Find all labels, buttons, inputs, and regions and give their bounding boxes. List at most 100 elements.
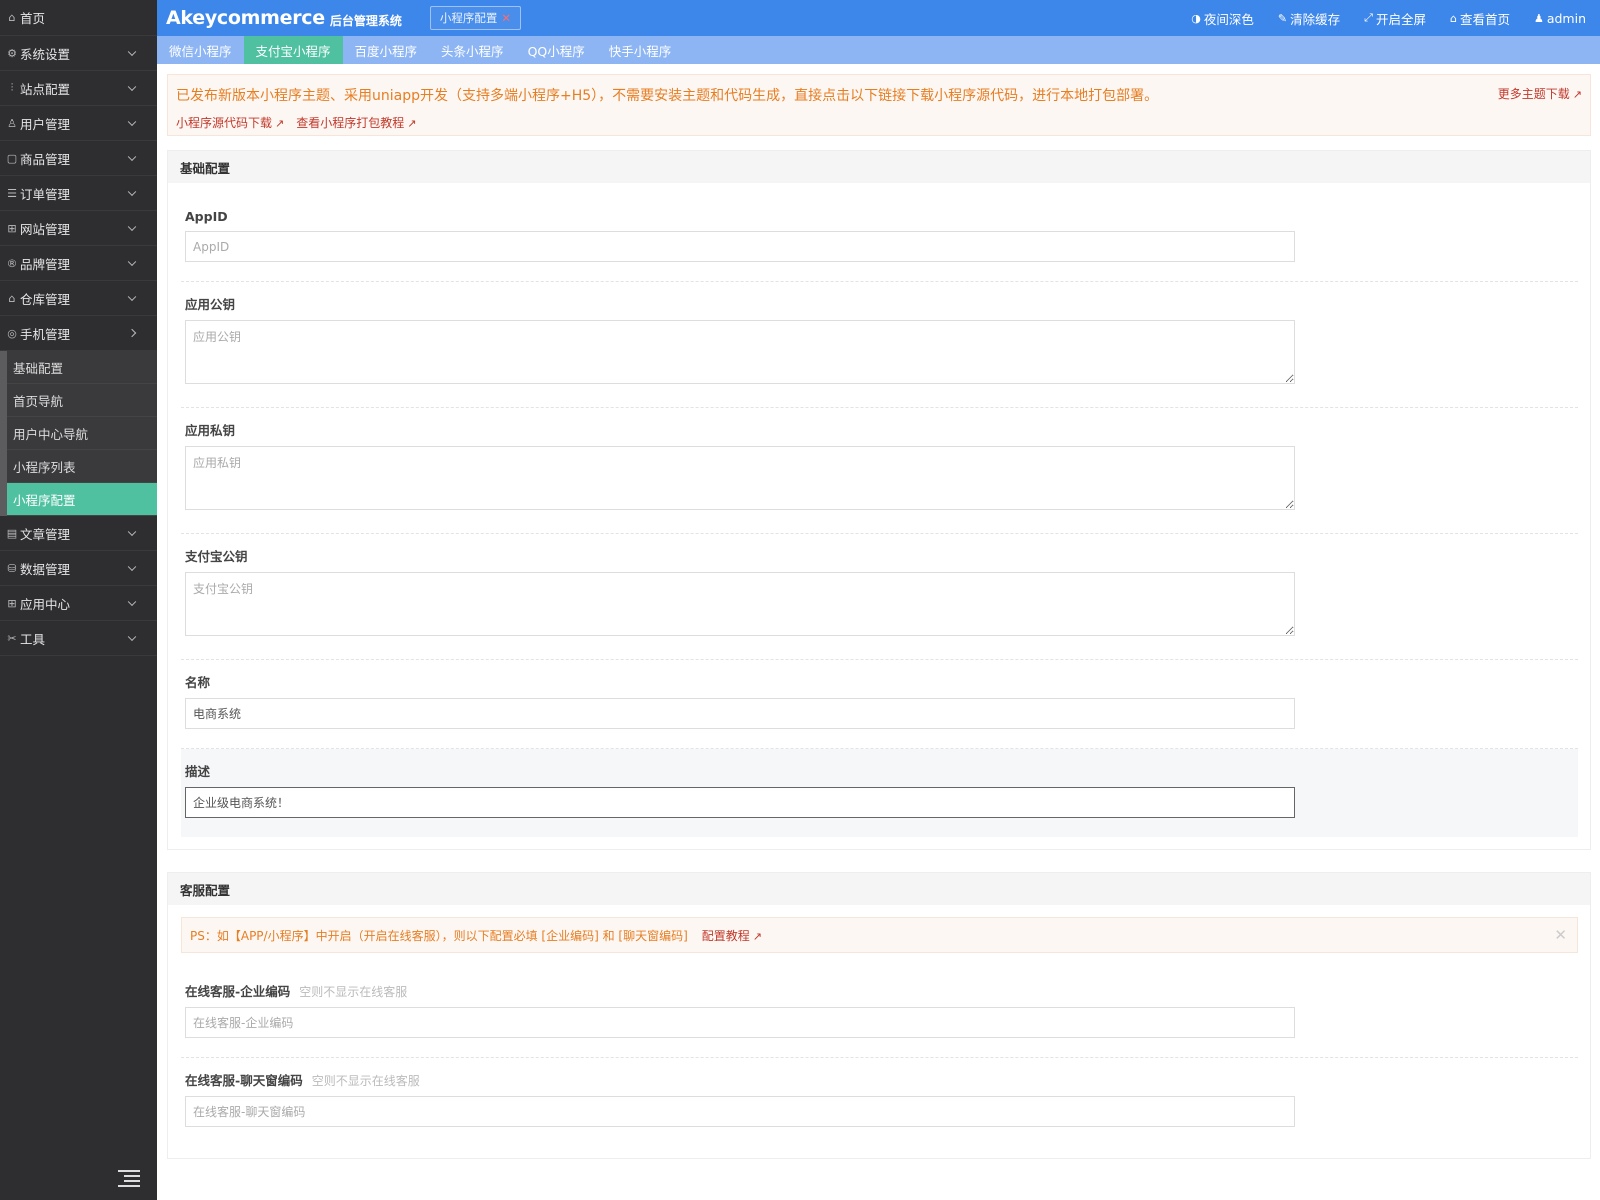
list-icon: ☰ — [7, 186, 17, 200]
sidebar-item-label: 系统设置 — [20, 46, 71, 62]
submenu-item-home-nav[interactable]: 首页导航 — [7, 384, 157, 417]
alipay-key-textarea[interactable] — [185, 572, 1295, 636]
public-key-group: 应用公钥 — [181, 282, 1578, 408]
appid-group: AppID — [181, 197, 1578, 282]
appid-input[interactable] — [185, 231, 1295, 262]
tab-kuaishou[interactable]: 快手小程序 — [597, 36, 684, 64]
desc-input[interactable] — [185, 787, 1295, 818]
header-action-brush[interactable]: ✎ 清除缓存 — [1278, 9, 1340, 28]
alipay-key-group: 支付宝公钥 — [181, 534, 1578, 660]
notice-message: 已发布新版本小程序主题、采用uniapp开发（支持多端小程序+H5），不需要安装… — [176, 88, 1159, 104]
submenu-item-miniprogram-config[interactable]: 小程序配置 — [7, 483, 157, 516]
chat-code-group: 在线客服-聊天窗编码 空则不显示在线客服 — [181, 1058, 1578, 1146]
config-tutorial-link[interactable]: 配置教程 ↗ — [702, 927, 762, 944]
sidebar-item-label: 应用中心 — [20, 596, 71, 612]
sidebar-item-system[interactable]: ⚙ 系统设置 — [0, 36, 157, 71]
tab-baidu[interactable]: 百度小程序 — [343, 36, 430, 64]
more-themes-link[interactable]: 更多主题下载 ↗ — [1498, 85, 1582, 102]
external-link-icon: ↗ — [1572, 88, 1582, 101]
header-action-label: admin — [1546, 10, 1586, 26]
home-icon: ⌂ — [1449, 11, 1457, 25]
database-icon: ⛁ — [7, 561, 17, 575]
sidebar-item-label: 品牌管理 — [20, 256, 71, 272]
sidebar-item-label: 手机管理 — [20, 326, 71, 342]
corp-code-input[interactable] — [185, 1007, 1295, 1038]
basic-config-panel: 基础配置 AppID 应用公钥 应用私钥 支付宝公钥 名称 — [167, 150, 1591, 850]
brand-logo: Akeycommerce — [166, 7, 325, 29]
private-key-label: 应用私钥 — [185, 423, 236, 438]
sidebar-item-label: 商品管理 — [20, 151, 71, 167]
sidebar-item-label: 首页 — [20, 11, 46, 26]
article-icon: ▤ — [6, 526, 18, 540]
sidebar-item-label: 文章管理 — [20, 526, 71, 542]
sidebar-item-label: 仓库管理 — [20, 291, 71, 307]
header-action-label: 清除缓存 — [1290, 11, 1341, 27]
desc-label: 描述 — [185, 764, 211, 779]
tab-alipay[interactable]: 支付宝小程序 — [243, 36, 343, 64]
box-icon: ▢ — [6, 151, 18, 165]
sidebar-item-label: 工具 — [20, 631, 46, 647]
tab-qq[interactable]: QQ小程序 — [516, 36, 597, 64]
chat-code-input[interactable] — [185, 1096, 1295, 1127]
sidebar-item-goods[interactable]: ▢ 商品管理 — [0, 141, 157, 176]
sidebar-item-web[interactable]: ⊞ 网站管理 — [0, 211, 157, 246]
sidebar-item-apps[interactable]: ⊞ 应用中心 — [0, 586, 157, 621]
sidebar-item-user[interactable]: ♙ 用户管理 — [0, 106, 157, 141]
name-group: 名称 — [181, 660, 1578, 749]
corp-code-hint: 空则不显示在线客服 — [299, 985, 408, 999]
chevron-down-icon — [127, 257, 137, 267]
fullscreen-icon: ⤢ — [1364, 11, 1373, 24]
header-action-contrast[interactable]: ◑ 夜间深色 — [1191, 9, 1254, 28]
chevron-down-icon — [127, 47, 137, 57]
external-link-icon: ↗ — [275, 117, 285, 130]
header-action-label: 开启全屏 — [1375, 11, 1426, 27]
header-action-label: 查看首页 — [1459, 11, 1510, 27]
release-notice: 已发布新版本小程序主题、采用uniapp开发（支持多端小程序+H5），不需要安装… — [167, 74, 1591, 136]
sidebar-item-site[interactable]: ⫶ 站点配置 — [0, 71, 157, 106]
chevron-down-icon — [127, 152, 137, 162]
sidebar-item-mobile[interactable]: ◎ 手机管理 — [0, 316, 157, 351]
mobile-icon: ◎ — [7, 326, 17, 340]
name-label: 名称 — [185, 675, 211, 690]
open-page-tab[interactable]: 小程序配置 ✕ — [429, 6, 521, 30]
name-input[interactable] — [185, 698, 1295, 729]
chevron-down-icon — [127, 597, 137, 607]
public-key-textarea[interactable] — [185, 320, 1295, 384]
submenu-item-basic-config[interactable]: 基础配置 — [7, 351, 157, 384]
tab-toutiao[interactable]: 头条小程序 — [429, 36, 516, 64]
corp-code-label: 在线客服-企业编码 空则不显示在线客服 — [185, 984, 408, 999]
chevron-down-icon — [127, 187, 137, 197]
sidebar-item-order[interactable]: ☰ 订单管理 — [0, 176, 157, 211]
platform-tabs: 微信小程序 支付宝小程序 百度小程序 头条小程序 QQ小程序 快手小程序 — [157, 36, 1600, 64]
chat-code-hint: 空则不显示在线客服 — [311, 1074, 420, 1088]
chevron-down-icon — [127, 292, 137, 302]
brand-subtitle: 后台管理系统 — [329, 14, 402, 28]
sidebar-item-article[interactable]: ▤ 文章管理 — [0, 516, 157, 551]
chevron-down-icon — [127, 632, 137, 642]
sidebar-item-data[interactable]: ⛁ 数据管理 — [0, 551, 157, 586]
chat-code-label: 在线客服-聊天窗编码 空则不显示在线客服 — [185, 1073, 420, 1088]
header-action-user[interactable]: ♟ admin — [1534, 11, 1586, 26]
header-action-fullscreen[interactable]: ⤢ 开启全屏 — [1364, 9, 1426, 28]
close-icon[interactable]: ✕ — [501, 11, 511, 25]
mobile-submenu: 基础配置 首页导航 用户中心导航 小程序列表 小程序配置 — [0, 351, 157, 516]
website-icon: ⊞ — [7, 221, 17, 235]
source-download-link[interactable]: 小程序源代码下载 ↗ — [176, 114, 284, 131]
close-icon[interactable]: ✕ — [1554, 926, 1567, 944]
user-icon: ♟ — [1533, 11, 1544, 25]
pack-tutorial-link[interactable]: 查看小程序打包教程 ↗ — [296, 114, 416, 131]
sidebar-item-brand[interactable]: ® 品牌管理 — [0, 246, 157, 281]
sidebar-collapse-icon[interactable] — [118, 1167, 140, 1187]
header-actions: ◑ 夜间深色 ✎ 清除缓存 ⤢ 开启全屏 ⌂ 查看首页 ♟ admin — [1191, 0, 1586, 36]
header-action-home[interactable]: ⌂ 查看首页 — [1450, 9, 1510, 28]
private-key-group: 应用私钥 — [181, 408, 1578, 534]
sidebar-item-home[interactable]: ⌂ 首页 — [0, 0, 157, 36]
sliders-icon: ⫶ — [10, 81, 14, 94]
chevron-down-icon — [127, 562, 137, 572]
tab-weixin[interactable]: 微信小程序 — [157, 36, 244, 64]
submenu-item-user-center-nav[interactable]: 用户中心导航 — [7, 417, 157, 450]
submenu-item-miniprogram-list[interactable]: 小程序列表 — [7, 450, 157, 483]
private-key-textarea[interactable] — [185, 446, 1295, 510]
sidebar-item-tools[interactable]: ✂ 工具 — [0, 621, 157, 656]
sidebar-item-warehouse[interactable]: ⌂ 仓库管理 — [0, 281, 157, 316]
